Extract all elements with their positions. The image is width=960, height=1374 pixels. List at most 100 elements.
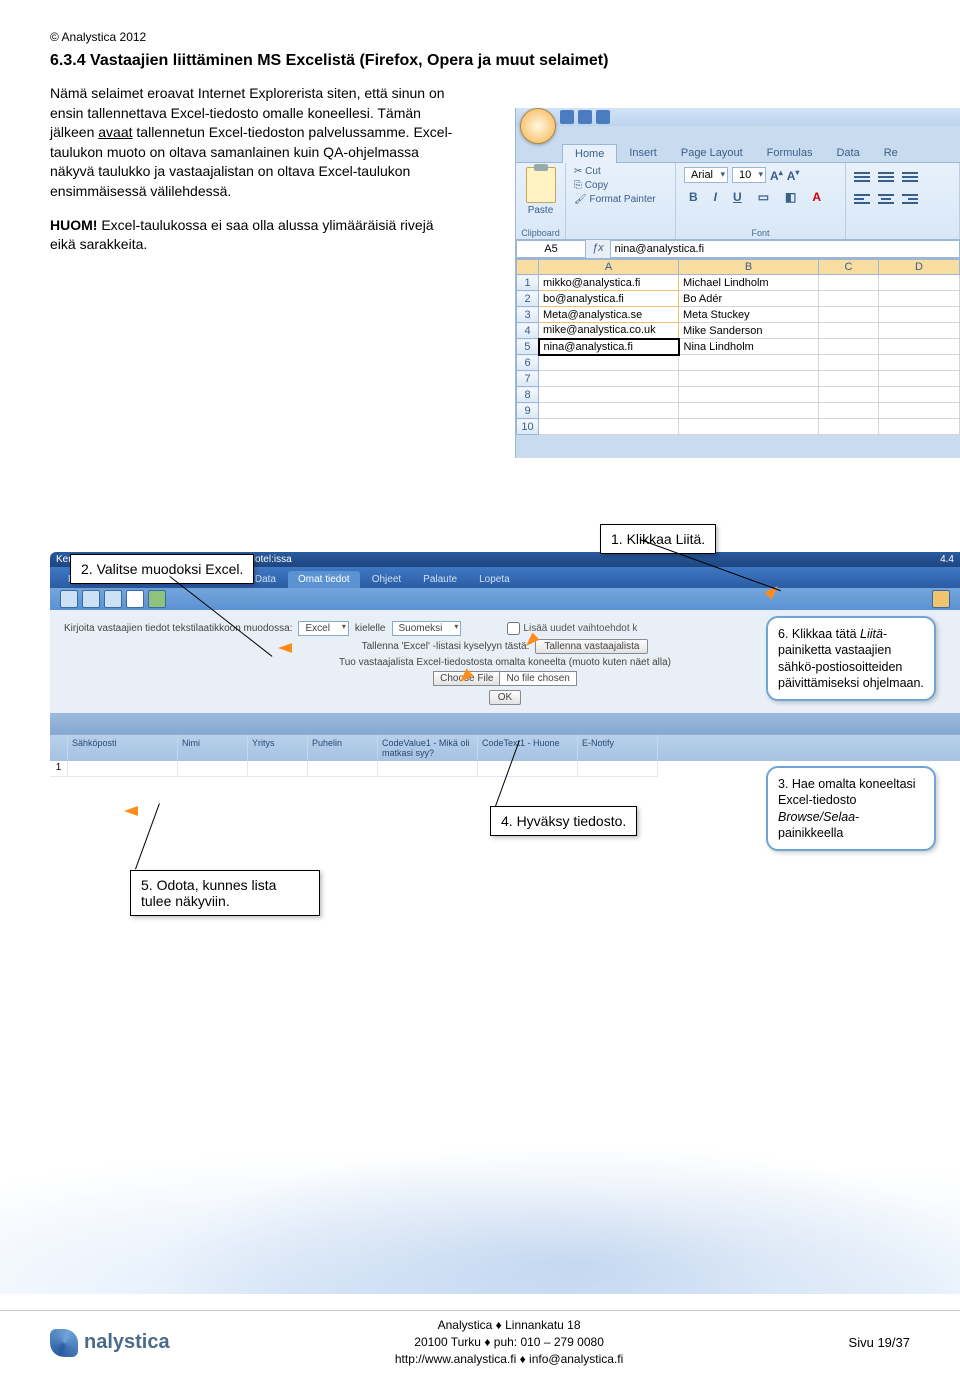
cell[interactable] <box>819 323 879 339</box>
cell[interactable]: Nina Lindholm <box>679 339 819 355</box>
formula-input[interactable]: nina@analystica.fi <box>610 240 960 258</box>
col-header-c[interactable]: C <box>819 260 879 275</box>
cell[interactable] <box>879 339 960 355</box>
grow-font-icon[interactable]: A▴ <box>770 168 783 183</box>
ok-button[interactable]: OK <box>489 690 521 705</box>
qa-tab-4[interactable]: Ohjeet <box>362 571 411 588</box>
copy-item[interactable]: Copy <box>574 179 669 193</box>
cell[interactable] <box>819 339 879 355</box>
cell[interactable] <box>879 419 960 435</box>
row-header[interactable]: 10 <box>517 419 539 435</box>
cell[interactable] <box>879 387 960 403</box>
cell[interactable]: mikko@analystica.fi <box>539 275 679 291</box>
qa-tool-icon[interactable] <box>82 590 100 608</box>
qa-tab-3[interactable]: Omat tiedot <box>288 571 360 588</box>
align-bottom-icon[interactable] <box>900 169 920 185</box>
tab-formulas[interactable]: Formulas <box>755 144 825 163</box>
office-button-icon[interactable] <box>520 108 556 144</box>
col-header-d[interactable]: D <box>879 260 960 275</box>
cell[interactable] <box>819 355 879 371</box>
cell[interactable] <box>679 403 819 419</box>
language-select[interactable]: Suomeksi <box>392 621 462 636</box>
border-button-icon[interactable]: ▭ <box>753 187 774 207</box>
cell[interactable] <box>539 419 679 435</box>
qa-tool-icon[interactable] <box>60 590 78 608</box>
qa-tab-5[interactable]: Palaute <box>413 571 467 588</box>
save-list-button[interactable]: Tallenna vastaajalista <box>535 639 648 654</box>
cell[interactable] <box>879 275 960 291</box>
qa-tool-icon[interactable] <box>148 590 166 608</box>
qa-liita-icon[interactable] <box>932 590 950 608</box>
row-header[interactable]: 2 <box>517 291 539 307</box>
qa-toolbar[interactable] <box>50 588 960 610</box>
cell[interactable] <box>539 403 679 419</box>
cell[interactable]: Mike Sanderson <box>679 323 819 339</box>
cell[interactable] <box>819 403 879 419</box>
italic-button[interactable]: I <box>709 187 722 207</box>
cell[interactable]: bo@analystica.fi <box>539 291 679 307</box>
tab-more[interactable]: Re <box>872 144 910 163</box>
cell[interactable] <box>879 307 960 323</box>
name-box[interactable]: A5 <box>516 240 586 258</box>
paste-icon[interactable] <box>526 167 556 203</box>
cell[interactable] <box>679 355 819 371</box>
cell[interactable] <box>819 419 879 435</box>
row-header[interactable]: 5 <box>517 339 539 355</box>
cell[interactable] <box>879 323 960 339</box>
cell[interactable] <box>879 291 960 307</box>
cell[interactable] <box>879 371 960 387</box>
select-all-corner[interactable] <box>517 260 539 275</box>
spreadsheet[interactable]: A B C D 1mikko@analystica.fiMichael Lind… <box>516 259 960 435</box>
font-name-select[interactable]: Arial <box>684 167 728 183</box>
cell[interactable] <box>679 419 819 435</box>
cell[interactable] <box>539 371 679 387</box>
row-header[interactable]: 8 <box>517 387 539 403</box>
col-header-a[interactable]: A <box>539 260 679 275</box>
cell[interactable]: Michael Lindholm <box>679 275 819 291</box>
cell[interactable] <box>819 275 879 291</box>
bold-button[interactable]: B <box>684 187 703 207</box>
col-header-b[interactable]: B <box>679 260 819 275</box>
cell[interactable] <box>819 387 879 403</box>
shrink-font-icon[interactable]: A▾ <box>787 168 800 183</box>
cut-item[interactable]: Cut <box>574 165 669 179</box>
row-header[interactable]: 6 <box>517 355 539 371</box>
align-middle-icon[interactable] <box>876 169 896 185</box>
fill-color-icon[interactable]: ◧ <box>780 187 801 207</box>
row-header[interactable]: 7 <box>517 371 539 387</box>
cell[interactable]: Bo Adér <box>679 291 819 307</box>
row-header[interactable]: 3 <box>517 307 539 323</box>
align-center-icon[interactable] <box>876 191 896 207</box>
tab-home[interactable]: Home <box>562 144 617 163</box>
add-options-checkbox[interactable]: Lisää uudet vaihtoehdot k <box>507 622 637 635</box>
qa-tab-6[interactable]: Lopeta <box>469 571 520 588</box>
align-right-icon[interactable] <box>900 191 920 207</box>
tab-page-layout[interactable]: Page Layout <box>669 144 755 163</box>
qa-tool-icon[interactable] <box>104 590 122 608</box>
fx-icon[interactable]: ƒx <box>586 240 610 258</box>
tab-insert[interactable]: Insert <box>617 144 669 163</box>
cell[interactable]: Meta@analystica.se <box>539 307 679 323</box>
cell[interactable] <box>819 371 879 387</box>
underline-button[interactable]: U <box>728 187 747 207</box>
cell[interactable] <box>879 355 960 371</box>
checkbox-input[interactable] <box>507 622 520 635</box>
file-chooser[interactable]: Choose File No file chosen <box>433 671 577 686</box>
cell[interactable] <box>879 403 960 419</box>
align-left-icon[interactable] <box>852 191 872 207</box>
format-select[interactable]: Excel <box>298 621 348 636</box>
tab-data[interactable]: Data <box>824 144 871 163</box>
cell[interactable]: mike@analystica.co.uk <box>539 323 679 339</box>
cell[interactable] <box>819 307 879 323</box>
quick-access-toolbar[interactable] <box>560 110 610 124</box>
align-top-icon[interactable] <box>852 169 872 185</box>
cell[interactable]: nina@analystica.fi <box>539 339 679 355</box>
cell[interactable] <box>539 355 679 371</box>
font-color-icon[interactable]: A <box>807 187 826 207</box>
row-header[interactable]: 9 <box>517 403 539 419</box>
cell[interactable] <box>539 387 679 403</box>
cell[interactable] <box>819 291 879 307</box>
qa-tool-icon[interactable] <box>126 590 144 608</box>
cell[interactable]: Meta Stuckey <box>679 307 819 323</box>
format-painter-item[interactable]: Format Painter <box>574 193 669 207</box>
